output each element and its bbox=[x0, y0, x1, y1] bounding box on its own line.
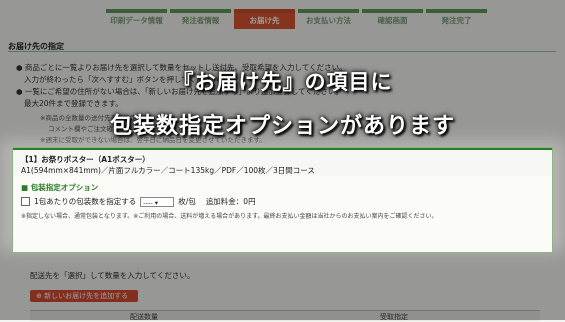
packaging-checkbox[interactable] bbox=[21, 197, 30, 206]
packaging-unit: 枚/包 bbox=[178, 197, 196, 206]
packaging-note: ※指定しない場合、通常包装となります。※ご利用の場合、送料が増える場合があります… bbox=[21, 213, 438, 220]
packaging-option: ■ 包装指定オプション 1包あたりの包装数を指定する ---- ▾ 枚/包 追加… bbox=[21, 182, 545, 228]
product-spec: A1(594mm×841mm)／片面フルカラー／コート135kg／PDF／100… bbox=[21, 166, 315, 175]
overlay-caption-line1: 『お届け先』の項目に bbox=[172, 70, 393, 94]
product-header: 【1】お祭りポスター（A1ポスター） A1(594mm×841mm)／片面フルカ… bbox=[13, 148, 552, 176]
packaging-option-title: ■ 包装指定オプション bbox=[21, 183, 99, 192]
product-name: 【1】お祭りポスター（A1ポスター） bbox=[21, 155, 150, 164]
packaging-fee: 追加料金：0円 bbox=[205, 197, 256, 206]
packaging-select-value: ---- bbox=[143, 198, 153, 207]
chevron-down-icon: ▾ bbox=[152, 198, 159, 207]
packaging-option-row: 1包あたりの包装数を指定する ---- ▾ 枚/包 追加料金：0円 bbox=[21, 196, 256, 207]
product-panel: 【1】お祭りポスター（A1ポスター） A1(594mm×841mm)／片面フルカ… bbox=[12, 147, 553, 253]
packaging-count-select[interactable]: ---- ▾ bbox=[140, 196, 175, 207]
packaging-checkbox-label: 1包あたりの包装数を指定する bbox=[34, 197, 137, 206]
overlay-caption-line2: 包装数指定オプションがあります bbox=[109, 114, 455, 139]
